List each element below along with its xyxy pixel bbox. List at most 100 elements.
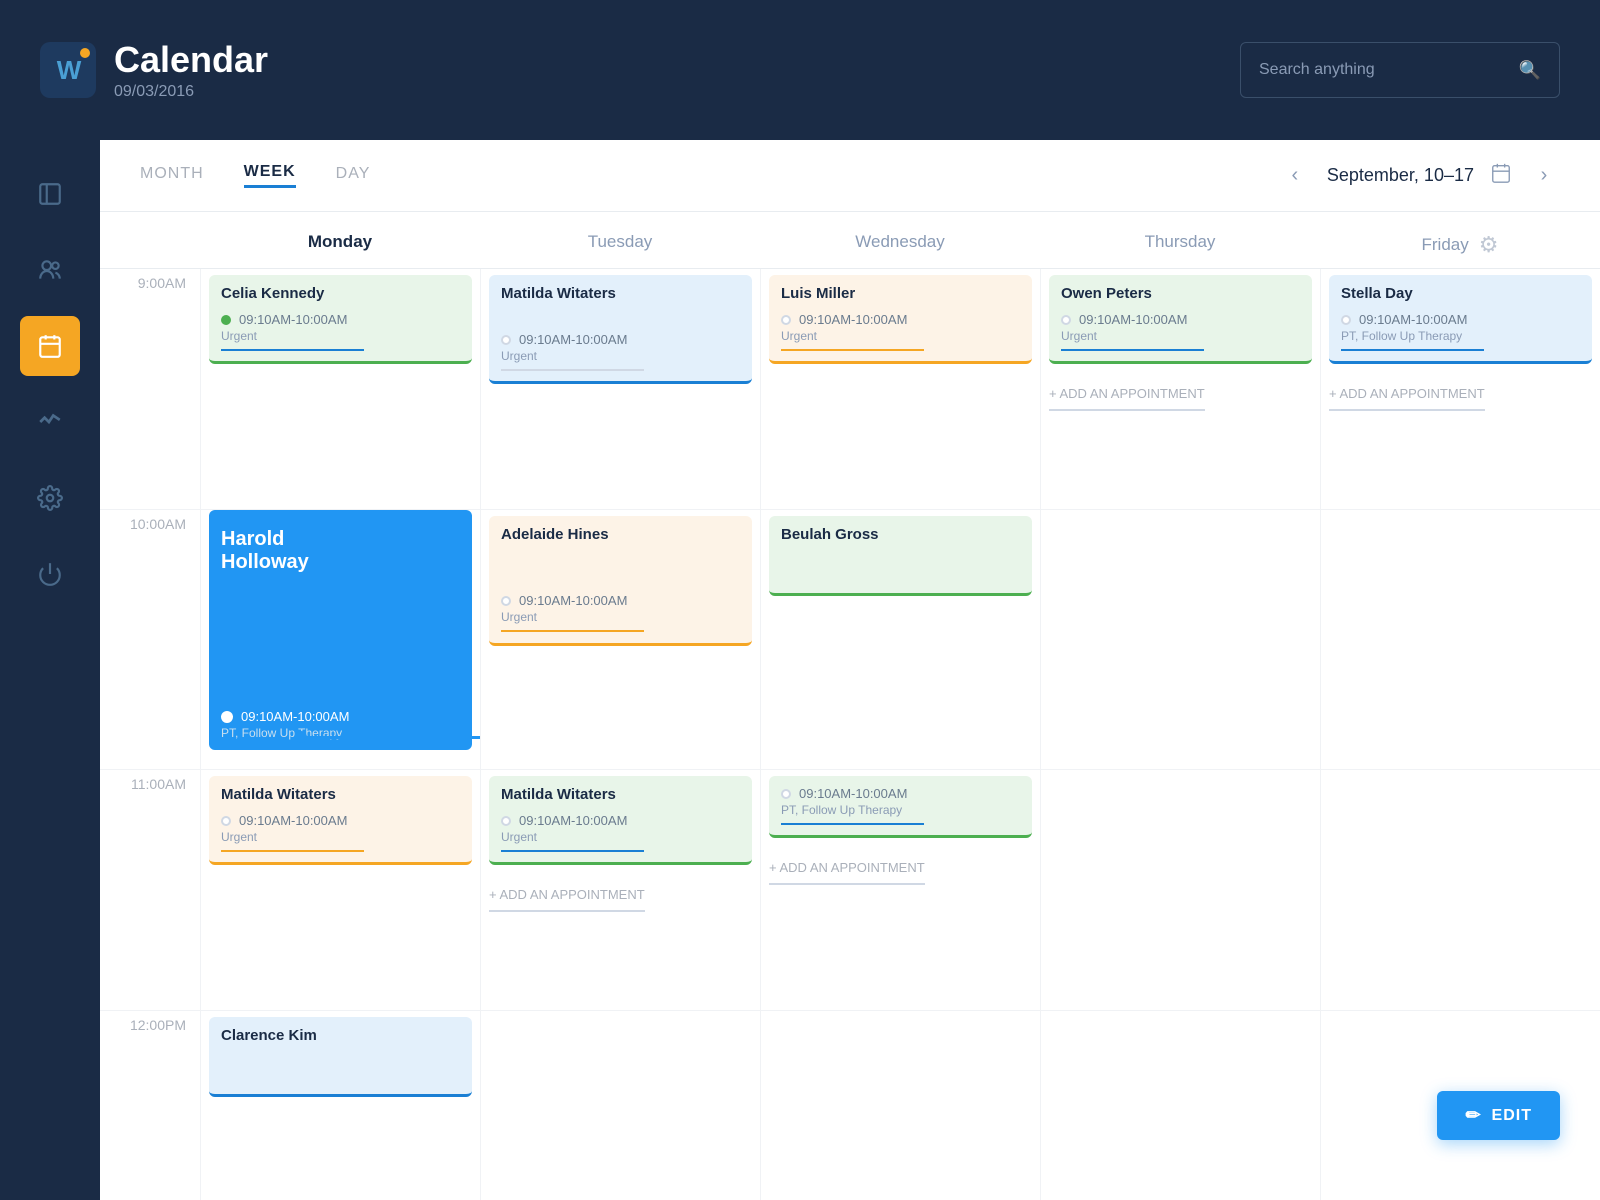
tuesday-10am-cell: Adelaide Hines 09:10AM-10:00AM Urgent <box>480 510 760 769</box>
appt-name: Matilda Witaters <box>501 786 740 803</box>
appt-time: 09:10AM-10:00AM <box>781 312 1020 327</box>
calendar-grid: Monday Tuesday Wednesday Thursday Friday… <box>100 212 1600 1200</box>
appt-dot <box>501 596 511 606</box>
header-tuesday: Tuesday <box>480 232 760 258</box>
appt-stella-day[interactable]: Stella Day 09:10AM-10:00AM PT, Follow Up… <box>1329 275 1592 364</box>
appt-time: 09:10AM-10:00AM <box>1061 312 1300 327</box>
tab-month[interactable]: MONTH <box>140 165 204 187</box>
appt-name: Clarence Kim <box>221 1027 460 1044</box>
appt-adelaide-hines[interactable]: Adelaide Hines 09:10AM-10:00AM Urgent <box>489 516 752 646</box>
friday-9am-cell: Stella Day 09:10AM-10:00AM PT, Follow Up… <box>1320 269 1600 509</box>
time-row-12pm: 12:00PM Clarence Kim <box>100 1011 1600 1200</box>
appt-type: Urgent <box>501 830 740 844</box>
add-appt-friday-9[interactable]: + ADD AN APPOINTMENT <box>1329 378 1485 411</box>
appt-matilda-mon-11[interactable]: Matilda Witaters 09:10AM-10:00AM Urgent <box>209 776 472 865</box>
add-appt-wednesday-11[interactable]: + ADD AN APPOINTMENT <box>769 852 925 885</box>
thursday-9am-cell: Owen Peters 09:10AM-10:00AM Urgent + ADD… <box>1040 269 1320 509</box>
time-row-10am: 10:00AM HaroldHolloway 09:10AM-10:00AM P… <box>100 510 1600 770</box>
appt-type: Urgent <box>781 329 1020 343</box>
search-box[interactable]: 🔍 <box>1240 42 1560 98</box>
tuesday-12pm-cell <box>480 1011 760 1200</box>
appt-matilda-tue-9[interactable]: Matilda Witaters 09:10AM-10:00AM Urgent <box>489 275 752 384</box>
time-row-9am: 9:00AM Celia Kennedy 09:10AM-10:00AM Urg… <box>100 269 1600 510</box>
appt-harold-holloway[interactable]: HaroldHolloway 09:10AM-10:00AM PT, Follo… <box>209 510 472 750</box>
monday-12pm-cell: Clarence Kim <box>200 1011 480 1200</box>
appt-time: 09:10AM-10:00AM <box>1341 312 1580 327</box>
appt-owen-peters[interactable]: Owen Peters 09:10AM-10:00AM Urgent <box>1049 275 1312 364</box>
appt-dot <box>221 816 231 826</box>
appt-dot <box>501 816 511 826</box>
friday-11am-cell <box>1320 770 1600 1010</box>
appt-dot <box>781 789 791 799</box>
time-row-11am: 11:00AM Matilda Witaters 09:10AM-10:00AM… <box>100 770 1600 1011</box>
sidebar-item-book[interactable] <box>20 164 80 224</box>
add-appt-thursday-9[interactable]: + ADD AN APPOINTMENT <box>1049 378 1205 411</box>
header: W Calendar 09/03/2016 🔍 <box>0 0 1600 140</box>
time-label-12pm: 12:00PM <box>100 1011 200 1200</box>
sidebar-item-calendar[interactable] <box>20 316 80 376</box>
friday-10am-cell <box>1320 510 1600 769</box>
wednesday-12pm-cell <box>760 1011 1040 1200</box>
appt-time: 09:10AM-10:00AM <box>781 786 1020 801</box>
appt-dot <box>221 315 231 325</box>
appt-name: Luis Miller <box>781 285 1020 302</box>
logo-dot <box>80 48 90 58</box>
appt-celia-kennedy[interactable]: Celia Kennedy 09:10AM-10:00AM Urgent <box>209 275 472 364</box>
header-date: 09/03/2016 <box>114 83 268 101</box>
appt-name: HaroldHolloway <box>221 520 460 574</box>
appt-time: 09:10AM-10:00AM <box>501 593 740 608</box>
monday-10am-cell: HaroldHolloway 09:10AM-10:00AM PT, Follo… <box>200 510 480 769</box>
header-friday: Friday ⚙ <box>1320 232 1600 258</box>
header-thursday: Thursday <box>1040 232 1320 258</box>
time-header-empty <box>100 232 200 258</box>
monday-9am-cell: Celia Kennedy 09:10AM-10:00AM Urgent <box>200 269 480 509</box>
appt-type: Urgent <box>221 329 460 343</box>
appt-type: Urgent <box>221 830 460 844</box>
appt-name: Owen Peters <box>1061 285 1300 302</box>
appt-wed-followup[interactable]: 09:10AM-10:00AM PT, Follow Up Therapy <box>769 776 1032 838</box>
calendar-nav-icon <box>1490 162 1512 190</box>
wednesday-10am-cell: Beulah Gross <box>760 510 1040 769</box>
time-label-10am: 10:00AM <box>100 510 200 769</box>
sidebar <box>0 140 100 1200</box>
tab-day[interactable]: DAY <box>336 165 371 187</box>
appt-name: Matilda Witaters <box>221 786 460 803</box>
tabs-right: ‹ September, 10–17 › <box>1279 160 1560 192</box>
search-input[interactable] <box>1259 61 1507 79</box>
tuesday-9am-cell: Matilda Witaters 09:10AM-10:00AM Urgent <box>480 269 760 509</box>
appt-clarence-kim[interactable]: Clarence Kim <box>209 1017 472 1097</box>
time-label-11am: 11:00AM <box>100 770 200 1010</box>
appt-matilda-tue-11[interactable]: Matilda Witaters 09:10AM-10:00AM Urgent <box>489 776 752 865</box>
appt-type: PT, Follow Up Therapy <box>781 803 1020 817</box>
logo-icon: W <box>40 42 96 98</box>
view-tabs: MONTH WEEK DAY ‹ September, 10–17 › <box>100 140 1600 212</box>
sidebar-item-settings[interactable] <box>20 468 80 528</box>
grid-settings-icon[interactable]: ⚙ <box>1479 232 1499 258</box>
thursday-12pm-cell <box>1040 1011 1320 1200</box>
wednesday-11am-cell: 09:10AM-10:00AM PT, Follow Up Therapy + … <box>760 770 1040 1010</box>
grid-header: Monday Tuesday Wednesday Thursday Friday… <box>100 212 1600 269</box>
appt-beulah-gross[interactable]: Beulah Gross <box>769 516 1032 596</box>
appt-dot <box>501 335 511 345</box>
thursday-11am-cell <box>1040 770 1320 1010</box>
tuesday-11am-cell: Matilda Witaters 09:10AM-10:00AM Urgent … <box>480 770 760 1010</box>
tab-week[interactable]: WEEK <box>244 163 296 188</box>
sidebar-item-users[interactable] <box>20 240 80 300</box>
appt-type: Urgent <box>1061 329 1300 343</box>
main-layout: MONTH WEEK DAY ‹ September, 10–17 › Mond… <box>0 140 1600 1200</box>
prev-button[interactable]: ‹ <box>1279 160 1311 192</box>
next-button[interactable]: › <box>1528 160 1560 192</box>
sidebar-item-analytics[interactable] <box>20 392 80 452</box>
edit-button[interactable]: ✏ EDIT <box>1437 1091 1560 1140</box>
appt-type: PT, Follow Up Therapy <box>1341 329 1580 343</box>
appt-dot <box>1061 315 1071 325</box>
edit-icon: ✏ <box>1465 1105 1481 1126</box>
appt-time: 09:10AM-10:00AM <box>221 312 460 327</box>
appt-dot <box>781 315 791 325</box>
appt-time: 09:10AM-10:00AM <box>221 813 460 828</box>
sidebar-item-power[interactable] <box>20 544 80 604</box>
logo-letter: W <box>57 55 80 86</box>
appt-luis-miller[interactable]: Luis Miller 09:10AM-10:00AM Urgent <box>769 275 1032 364</box>
add-appt-tuesday-11[interactable]: + ADD AN APPOINTMENT <box>489 879 645 912</box>
wednesday-9am-cell: Luis Miller 09:10AM-10:00AM Urgent <box>760 269 1040 509</box>
